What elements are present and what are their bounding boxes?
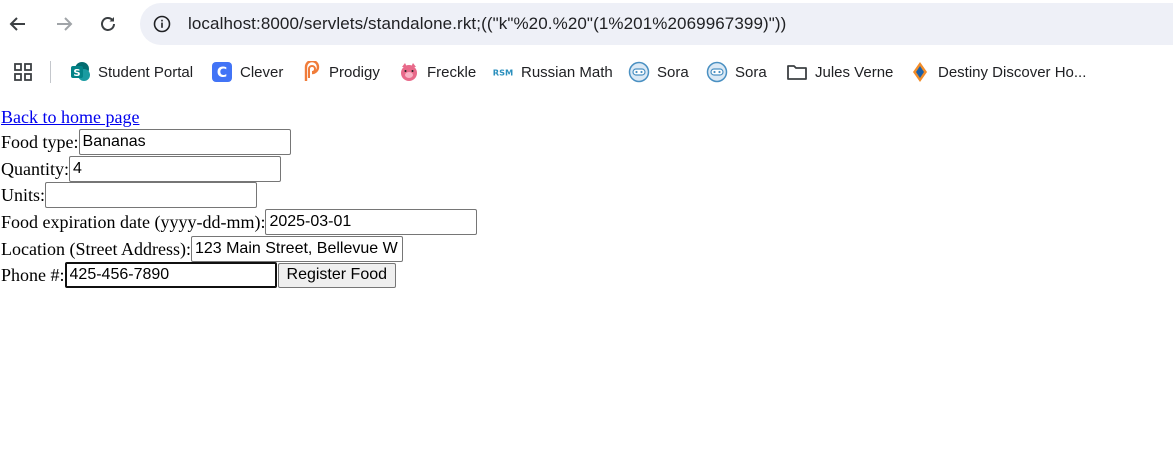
bookmark-label: Destiny Discover Ho... [938,63,1087,81]
register-food-button[interactable]: Register Food [277,262,397,288]
arrow-right-icon [57,17,73,31]
bookmark-label: Russian Math [521,63,613,81]
bookmark-clever[interactable]: C Clever [211,60,283,84]
quantity-input[interactable] [69,156,281,182]
bookmark-label: Sora [735,63,767,81]
bookmark-freckle[interactable]: Freckle [398,60,476,84]
bookmark-label: Sora [657,63,689,81]
home-link[interactable]: Back to home page [1,107,139,128]
svg-text:C: C [217,65,227,81]
bookmark-student-portal[interactable]: S Student Portal [69,60,193,84]
phone-input[interactable] [64,262,277,288]
bookmark-label: Clever [240,63,284,81]
sora-icon [706,61,728,83]
reload-icon [101,17,115,31]
food-type-label: Food type: [1,131,79,152]
reload-button[interactable] [94,10,122,38]
arrow-left-icon [9,17,25,31]
phone-row: Phone #: Register Food [1,262,397,288]
bookmark-folder-jules-verne[interactable]: Jules Verne [786,60,893,84]
prodigy-icon [300,61,322,83]
address-bar[interactable]: localhost:8000/servlets/standalone.rkt;(… [140,3,1173,45]
sharepoint-icon: S [69,61,91,83]
units-input[interactable] [45,182,258,208]
svg-text:S: S [73,68,80,79]
quantity-row: Quantity: [1,156,281,182]
forward-button[interactable] [50,10,78,38]
bookmark-destiny-discover[interactable]: Destiny Discover Ho... [909,60,1086,84]
bookmark-label: Jules Verne [815,63,894,81]
clever-icon: C [211,61,233,83]
site-info-icon[interactable] [152,14,172,34]
destiny-icon [909,61,931,83]
location-row: Location (Street Address): [1,236,403,262]
quantity-label: Quantity: [1,158,69,179]
sora-icon [628,61,650,83]
bookmark-prodigy[interactable]: Prodigy [300,60,380,84]
browser-toolbar: localhost:8000/servlets/standalone.rkt;(… [0,0,1173,48]
units-label: Units: [1,184,46,205]
page-content: Back to home page Food type: Quantity: U… [0,96,1173,469]
bookmark-russian-math[interactable]: RSM Russian Math [492,60,613,84]
phone-label: Phone #: [1,264,65,285]
bookmark-label: Student Portal [98,63,194,81]
rsm-icon: RSM [492,61,514,83]
folder-icon [786,61,808,83]
freckle-pig-icon [398,61,420,83]
bookmark-label: Prodigy [329,63,380,81]
bookmarks-bar: S Student Portal C Clever Prodigy Freckl… [0,48,1173,96]
apps-grid-icon[interactable] [12,61,34,83]
food-type-input[interactable] [78,129,291,155]
location-input[interactable] [190,236,403,262]
url-text: localhost:8000/servlets/standalone.rkt;(… [188,14,787,33]
expiration-row: Food expiration date (yyyy-dd-mm): [1,209,478,235]
food-type-row: Food type: [1,129,291,155]
bookmark-label: Freckle [427,63,477,81]
bookmarks-divider [50,61,51,83]
expiration-date-input[interactable] [265,209,478,235]
bookmark-sora-2[interactable]: Sora [706,60,767,84]
units-row: Units: [1,182,258,208]
expiration-label: Food expiration date (yyyy-dd-mm): [1,211,266,232]
bookmark-sora-1[interactable]: Sora [628,60,689,84]
location-label: Location (Street Address): [1,238,191,259]
svg-text:RSM: RSM [493,68,514,78]
back-button[interactable] [4,10,32,38]
